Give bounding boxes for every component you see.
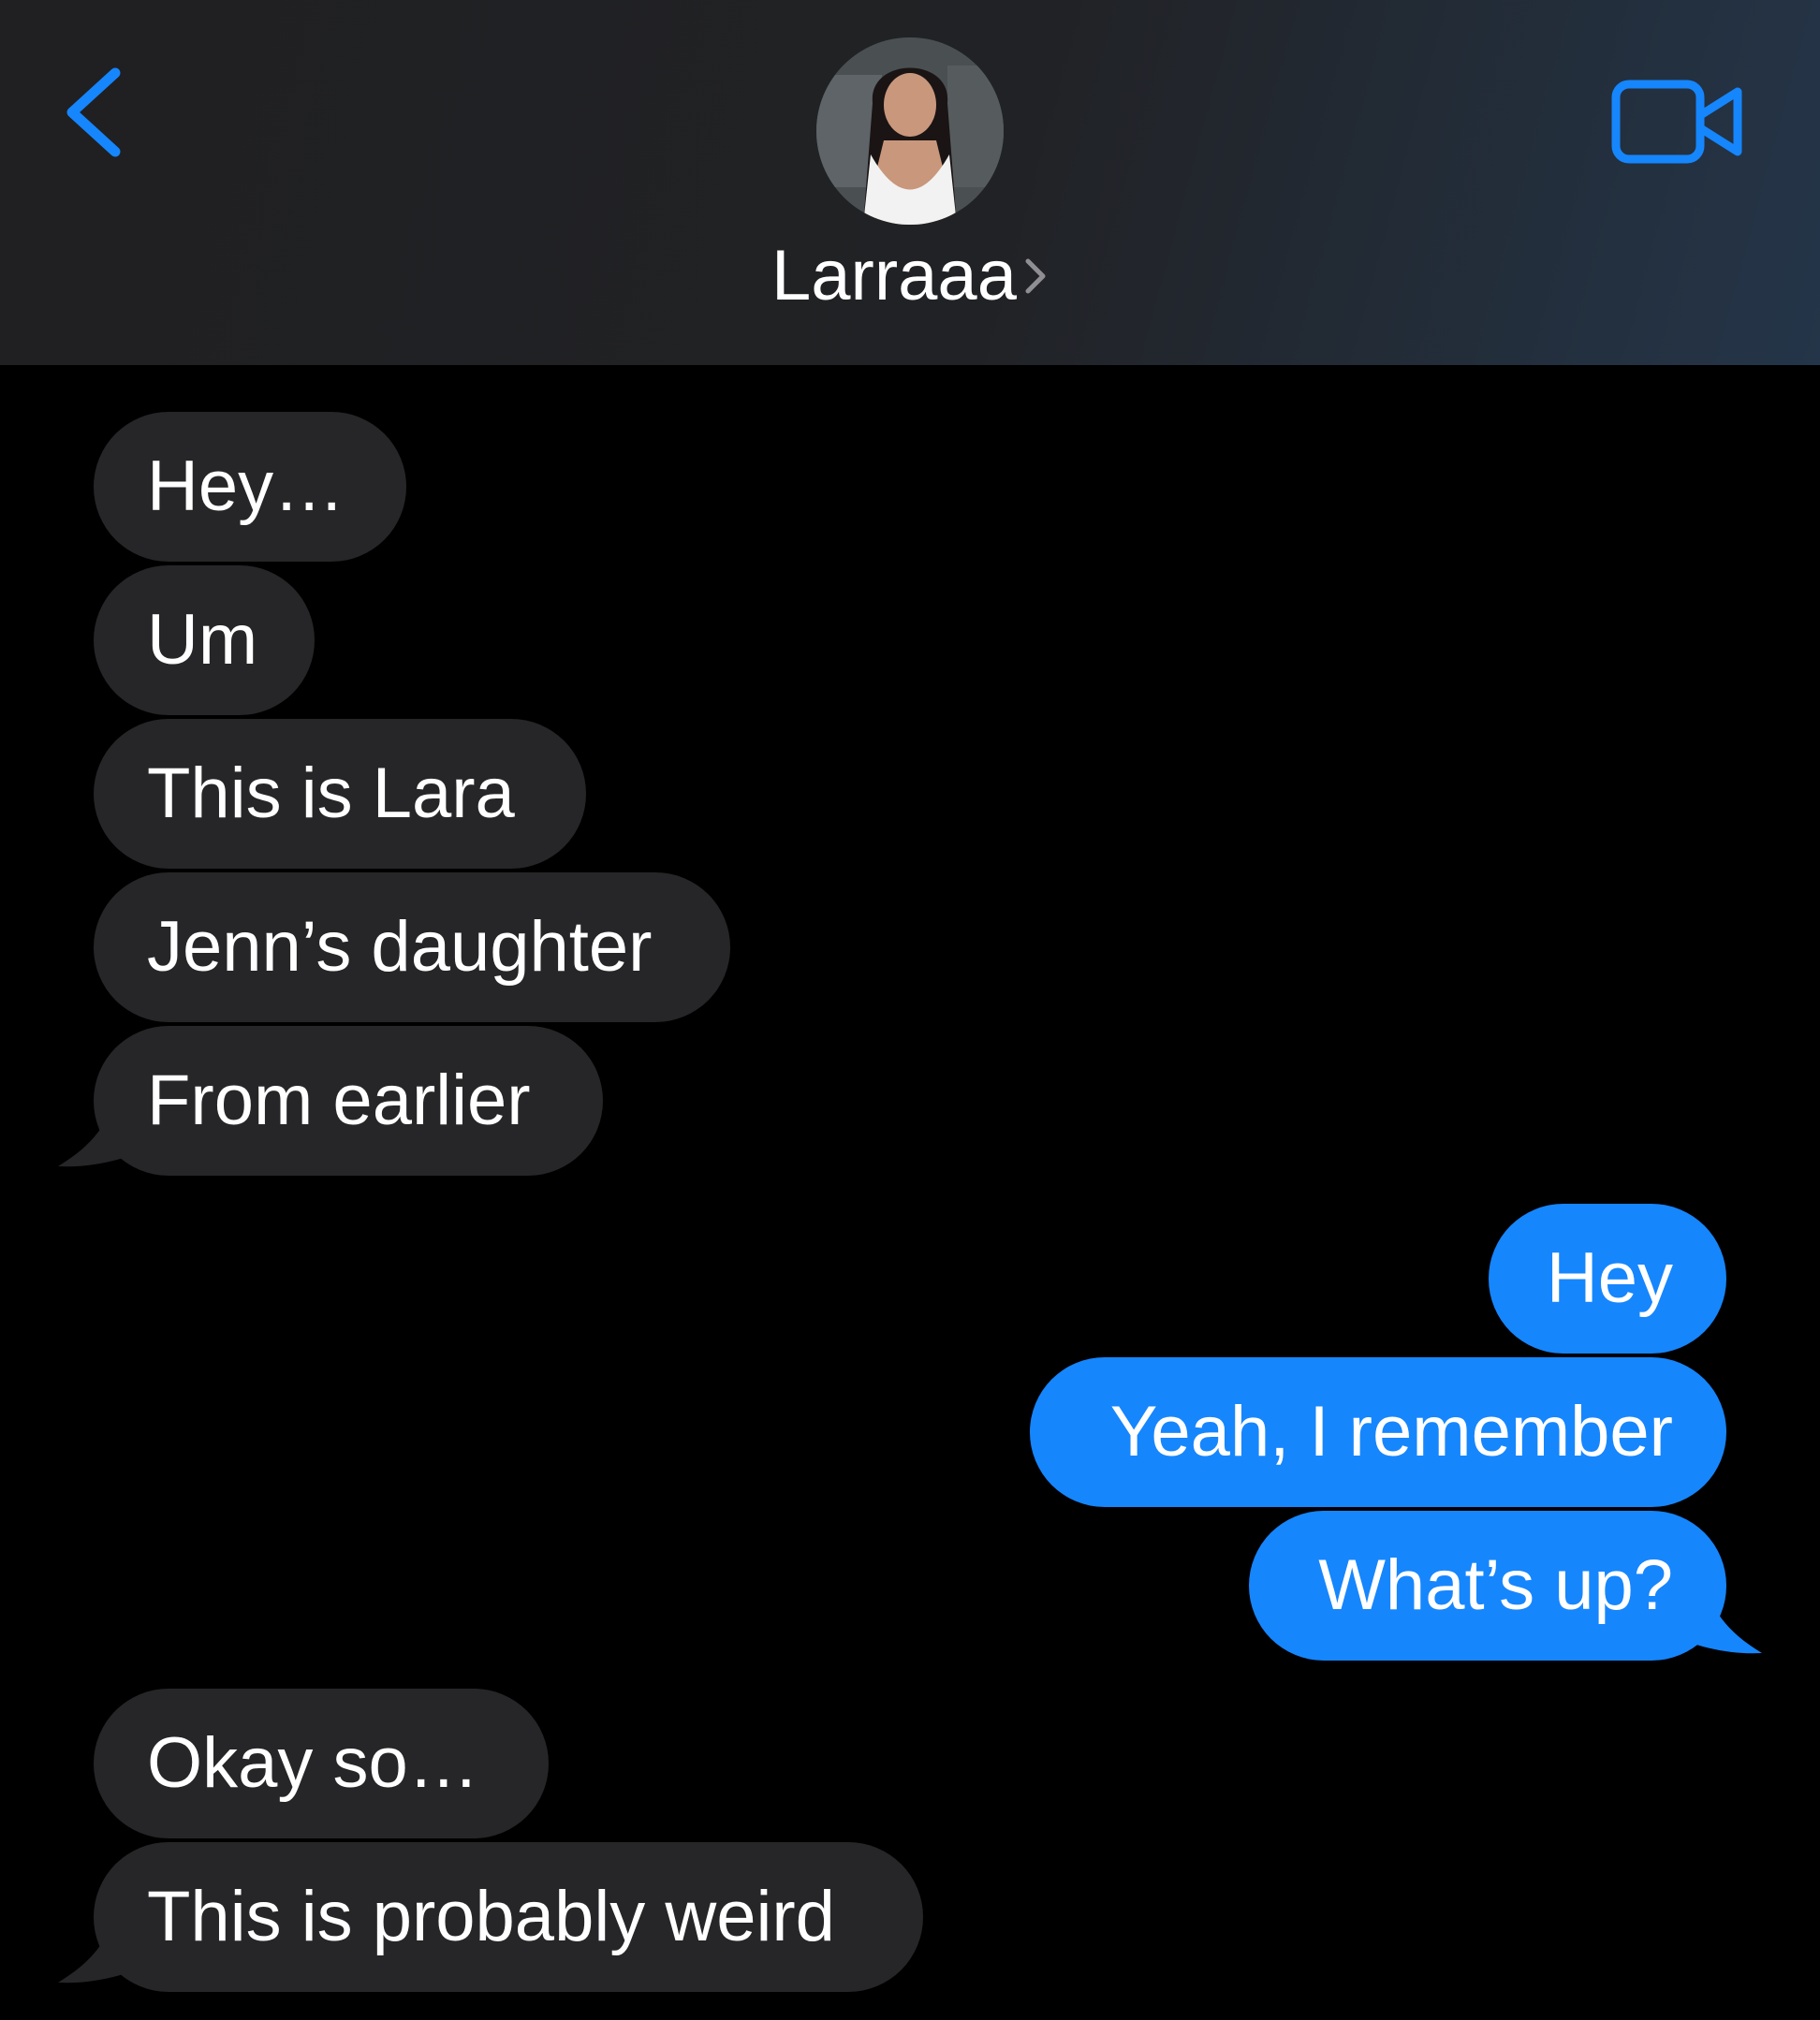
message-bubble-incoming[interactable]: This is Lara [94, 719, 586, 869]
conversation-header: Larraaa [0, 0, 1820, 365]
message-bubble-incoming[interactable]: Jenn’s daughter [94, 872, 730, 1022]
message-bubble-incoming[interactable]: Okay so… [94, 1689, 549, 1838]
message-text: This is Lara [147, 754, 515, 833]
message-text: Jenn’s daughter [147, 907, 653, 987]
avatar-photo [816, 37, 1004, 225]
message-text: Hey [1546, 1238, 1673, 1318]
message-bubble-outgoing[interactable]: Yeah, I remember [1030, 1357, 1726, 1507]
message-bubble-outgoing[interactable]: Hey [1489, 1204, 1726, 1354]
message-bubble-incoming[interactable]: Hey… [94, 412, 406, 562]
chevron-right-icon [1025, 258, 1046, 294]
message-text: What’s up? [1318, 1545, 1673, 1625]
video-camera-icon[interactable] [1610, 75, 1751, 168]
message-bubble-incoming[interactable]: Um [94, 565, 315, 715]
message-bubble-outgoing[interactable]: What’s up? [1249, 1511, 1726, 1661]
avatar[interactable] [816, 37, 1004, 225]
message-bubble-incoming[interactable]: This is probably weird [94, 1842, 923, 1992]
message-text: From earlier [147, 1061, 531, 1140]
message-text: Hey… [147, 446, 345, 526]
chevron-left-icon[interactable] [51, 56, 136, 168]
message-text: Okay so… [147, 1723, 479, 1803]
message-text: This is probably weird [147, 1877, 835, 1956]
contact-name: Larraaa [771, 236, 1017, 315]
contact-name-button[interactable]: Larraaa [0, 234, 1820, 318]
message-text: Yeah, I remember [1109, 1392, 1673, 1471]
message-bubble-incoming[interactable]: From earlier [94, 1026, 603, 1176]
message-text: Um [147, 600, 258, 680]
